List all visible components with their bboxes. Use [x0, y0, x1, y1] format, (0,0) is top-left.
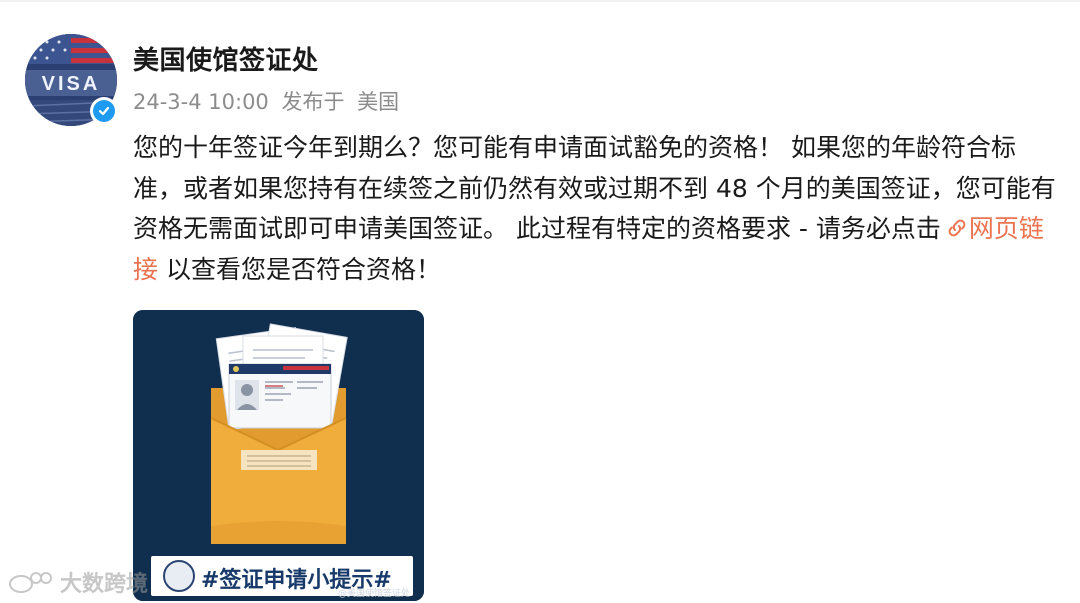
- embassy-seal-icon: [163, 560, 195, 592]
- verified-badge: [90, 97, 118, 125]
- post-timestamp[interactable]: 24-3-4 10:00: [133, 90, 269, 114]
- post-image[interactable]: #签证申请小提示# @美国使馆签证处: [133, 310, 424, 601]
- link-icon: [948, 219, 966, 237]
- post-body-text-end: 以查看您是否符合资格！: [158, 254, 441, 284]
- author-name[interactable]: 美国使馆签证处: [133, 40, 319, 77]
- weibo-logo-icon: [9, 572, 52, 593]
- post-location: 美国: [357, 90, 400, 114]
- top-divider: [0, 0, 1080, 2]
- post-source-prefix: 发布于: [281, 90, 345, 114]
- post-body-text: 您的十年签证今年到期么？您可能有申请面试豁免的资格！ 如果您的年龄符合标准，或者…: [133, 133, 1056, 243]
- post-body: 您的十年签证今年到期么？您可能有申请面试豁免的资格！ 如果您的年龄符合标准，或者…: [133, 128, 1063, 290]
- watermark-text: 大数跨境: [60, 572, 149, 597]
- checkmark-icon: [98, 106, 110, 116]
- page-watermark: 大数跨境: [8, 566, 148, 598]
- image-watermark: @美国使馆签证处: [338, 589, 411, 599]
- avatar-visa-text: VISA: [42, 73, 101, 95]
- post-meta: 24-3-4 10:00 发布于 美国: [133, 86, 405, 116]
